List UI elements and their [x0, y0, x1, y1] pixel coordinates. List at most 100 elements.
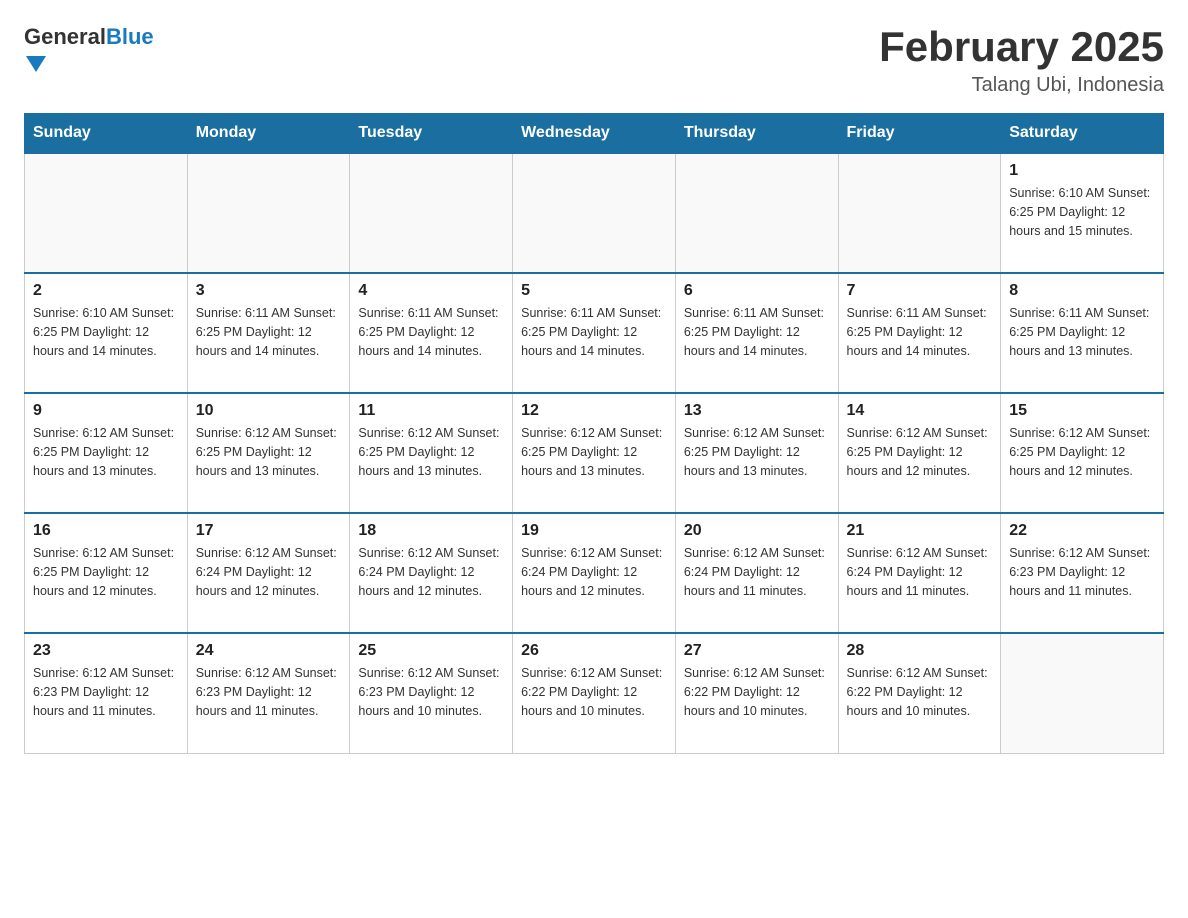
day-number: 19: [521, 522, 667, 540]
day-info: Sunrise: 6:12 AM Sunset: 6:22 PM Dayligh…: [521, 664, 667, 720]
day-number: 27: [684, 642, 830, 660]
calendar-day-cell: [513, 153, 676, 273]
calendar-day-cell: 25Sunrise: 6:12 AM Sunset: 6:23 PM Dayli…: [350, 633, 513, 753]
day-info: Sunrise: 6:11 AM Sunset: 6:25 PM Dayligh…: [358, 304, 504, 360]
calendar-day-cell: 15 Sunrise: 6:12 AM Sunset: 6:25 PM Dayli…: [1001, 393, 1164, 513]
calendar-day-cell: [675, 153, 838, 273]
calendar-table: SundayMondayTuesdayWednesdayThursdayFrid…: [24, 113, 1164, 754]
logo-triangle-icon: [26, 56, 46, 72]
calendar-day-cell: [838, 153, 1001, 273]
location-subtitle: Talang Ubi, Indonesia: [879, 74, 1164, 97]
day-number: 23: [33, 642, 179, 660]
day-info: Sunrise: 6:12 AM Sunset: 6:24 PM Dayligh…: [196, 544, 342, 600]
day-number: 26: [521, 642, 667, 660]
day-info: Sunrise: 6:12 AM Sunset: 6:25 PM Dayligh…: [33, 544, 179, 600]
day-info: Sunrise: 6:12 AM Sunset: 6:24 PM Dayligh…: [847, 544, 993, 600]
calendar-day-cell: 24 Sunrise: 6:12 AM Sunset: 6:23 PM Dayli…: [187, 633, 350, 753]
day-number: 21: [847, 522, 993, 540]
calendar-header: SundayMondayTuesdayWednesdayThursdayFrid…: [25, 114, 1164, 154]
day-info: Sunrise: 6:12 AM Sunset: 6:22 PM Dayligh…: [684, 664, 830, 720]
calendar-day-cell: 21 Sunrise: 6:12 AM Sunset: 6:24 PM Dayli…: [838, 513, 1001, 633]
day-number: 5: [521, 282, 667, 300]
day-number: 4: [358, 282, 504, 300]
day-number: 13: [684, 402, 830, 420]
day-info: Sunrise: 6:11 AM Sunset: 6:25 PM Dayligh…: [521, 304, 667, 360]
calendar-week-row: 1 Sunrise: 6:10 AM Sunset: 6:25 PM Daylig…: [25, 153, 1164, 273]
calendar-day-cell: 22Sunrise: 6:12 AM Sunset: 6:23 PM Dayli…: [1001, 513, 1164, 633]
calendar-day-cell: 10 Sunrise: 6:12 AM Sunset: 6:25 PM Dayli…: [187, 393, 350, 513]
day-number: 22: [1009, 522, 1155, 540]
day-number: 8: [1009, 282, 1155, 300]
calendar-day-cell: [350, 153, 513, 273]
calendar-week-row: 23 Sunrise: 6:12 AM Sunset: 6:23 PM Dayli…: [25, 633, 1164, 753]
day-number: 10: [196, 402, 342, 420]
day-number: 12: [521, 402, 667, 420]
calendar-day-cell: 18 Sunrise: 6:12 AM Sunset: 6:24 PM Dayli…: [350, 513, 513, 633]
day-of-week-header: Tuesday: [350, 114, 513, 154]
calendar-day-cell: 28Sunrise: 6:12 AM Sunset: 6:22 PM Dayli…: [838, 633, 1001, 753]
calendar-day-cell: 17Sunrise: 6:12 AM Sunset: 6:24 PM Dayli…: [187, 513, 350, 633]
day-info: Sunrise: 6:12 AM Sunset: 6:25 PM Dayligh…: [521, 424, 667, 480]
day-info: Sunrise: 6:12 AM Sunset: 6:25 PM Dayligh…: [196, 424, 342, 480]
day-of-week-header: Monday: [187, 114, 350, 154]
calendar-day-cell: 8 Sunrise: 6:11 AM Sunset: 6:25 PM Daylig…: [1001, 273, 1164, 393]
logo: GeneralBlue: [24, 24, 154, 72]
calendar-day-cell: 11 Sunrise: 6:12 AM Sunset: 6:25 PM Dayli…: [350, 393, 513, 513]
day-info: Sunrise: 6:11 AM Sunset: 6:25 PM Dayligh…: [196, 304, 342, 360]
day-info: Sunrise: 6:12 AM Sunset: 6:24 PM Dayligh…: [358, 544, 504, 600]
calendar-day-cell: 20Sunrise: 6:12 AM Sunset: 6:24 PM Dayli…: [675, 513, 838, 633]
title-section: February 2025 Talang Ubi, Indonesia: [879, 24, 1164, 97]
day-of-week-header: Thursday: [675, 114, 838, 154]
calendar-day-cell: [187, 153, 350, 273]
day-info: Sunrise: 6:12 AM Sunset: 6:23 PM Dayligh…: [33, 664, 179, 720]
days-of-week-row: SundayMondayTuesdayWednesdayThursdayFrid…: [25, 114, 1164, 154]
day-of-week-header: Wednesday: [513, 114, 676, 154]
day-info: Sunrise: 6:11 AM Sunset: 6:25 PM Dayligh…: [847, 304, 993, 360]
day-number: 7: [847, 282, 993, 300]
calendar-day-cell: 14 Sunrise: 6:12 AM Sunset: 6:25 PM Dayli…: [838, 393, 1001, 513]
day-number: 1: [1009, 162, 1155, 180]
day-number: 24: [196, 642, 342, 660]
day-of-week-header: Saturday: [1001, 114, 1164, 154]
calendar-day-cell: [25, 153, 188, 273]
calendar-day-cell: 5 Sunrise: 6:11 AM Sunset: 6:25 PM Daylig…: [513, 273, 676, 393]
calendar-day-cell: 27 Sunrise: 6:12 AM Sunset: 6:22 PM Dayli…: [675, 633, 838, 753]
day-of-week-header: Friday: [838, 114, 1001, 154]
day-info: Sunrise: 6:12 AM Sunset: 6:23 PM Dayligh…: [196, 664, 342, 720]
day-number: 9: [33, 402, 179, 420]
day-number: 6: [684, 282, 830, 300]
day-info: Sunrise: 6:12 AM Sunset: 6:25 PM Dayligh…: [684, 424, 830, 480]
calendar-day-cell: 9 Sunrise: 6:12 AM Sunset: 6:25 PM Daylig…: [25, 393, 188, 513]
day-info: Sunrise: 6:10 AM Sunset: 6:25 PM Dayligh…: [1009, 184, 1155, 240]
day-info: Sunrise: 6:12 AM Sunset: 6:24 PM Dayligh…: [521, 544, 667, 600]
day-number: 11: [358, 402, 504, 420]
logo-blue: Blue: [106, 24, 154, 49]
day-number: 28: [847, 642, 993, 660]
calendar-day-cell: 13 Sunrise: 6:12 AM Sunset: 6:25 PM Dayli…: [675, 393, 838, 513]
calendar-day-cell: 26 Sunrise: 6:12 AM Sunset: 6:22 PM Dayli…: [513, 633, 676, 753]
calendar-day-cell: [1001, 633, 1164, 753]
day-number: 14: [847, 402, 993, 420]
calendar-week-row: 9 Sunrise: 6:12 AM Sunset: 6:25 PM Daylig…: [25, 393, 1164, 513]
day-info: Sunrise: 6:11 AM Sunset: 6:25 PM Dayligh…: [684, 304, 830, 360]
day-info: Sunrise: 6:12 AM Sunset: 6:25 PM Dayligh…: [1009, 424, 1155, 480]
logo-text-block: GeneralBlue: [24, 24, 154, 72]
day-number: 16: [33, 522, 179, 540]
day-info: Sunrise: 6:12 AM Sunset: 6:25 PM Dayligh…: [847, 424, 993, 480]
calendar-day-cell: 23 Sunrise: 6:12 AM Sunset: 6:23 PM Dayli…: [25, 633, 188, 753]
day-number: 25: [358, 642, 504, 660]
day-info: Sunrise: 6:12 AM Sunset: 6:25 PM Dayligh…: [358, 424, 504, 480]
day-number: 2: [33, 282, 179, 300]
month-title: February 2025: [879, 24, 1164, 70]
day-info: Sunrise: 6:11 AM Sunset: 6:25 PM Dayligh…: [1009, 304, 1155, 360]
day-number: 20: [684, 522, 830, 540]
day-number: 18: [358, 522, 504, 540]
calendar-day-cell: 6 Sunrise: 6:11 AM Sunset: 6:25 PM Daylig…: [675, 273, 838, 393]
calendar-day-cell: 1 Sunrise: 6:10 AM Sunset: 6:25 PM Daylig…: [1001, 153, 1164, 273]
page-header: GeneralBlue February 2025 Talang Ubi, In…: [24, 24, 1164, 97]
day-of-week-header: Sunday: [25, 114, 188, 154]
calendar-body: 1 Sunrise: 6:10 AM Sunset: 6:25 PM Daylig…: [25, 153, 1164, 753]
day-info: Sunrise: 6:12 AM Sunset: 6:25 PM Dayligh…: [33, 424, 179, 480]
calendar-day-cell: 7 Sunrise: 6:11 AM Sunset: 6:25 PM Daylig…: [838, 273, 1001, 393]
day-number: 15: [1009, 402, 1155, 420]
